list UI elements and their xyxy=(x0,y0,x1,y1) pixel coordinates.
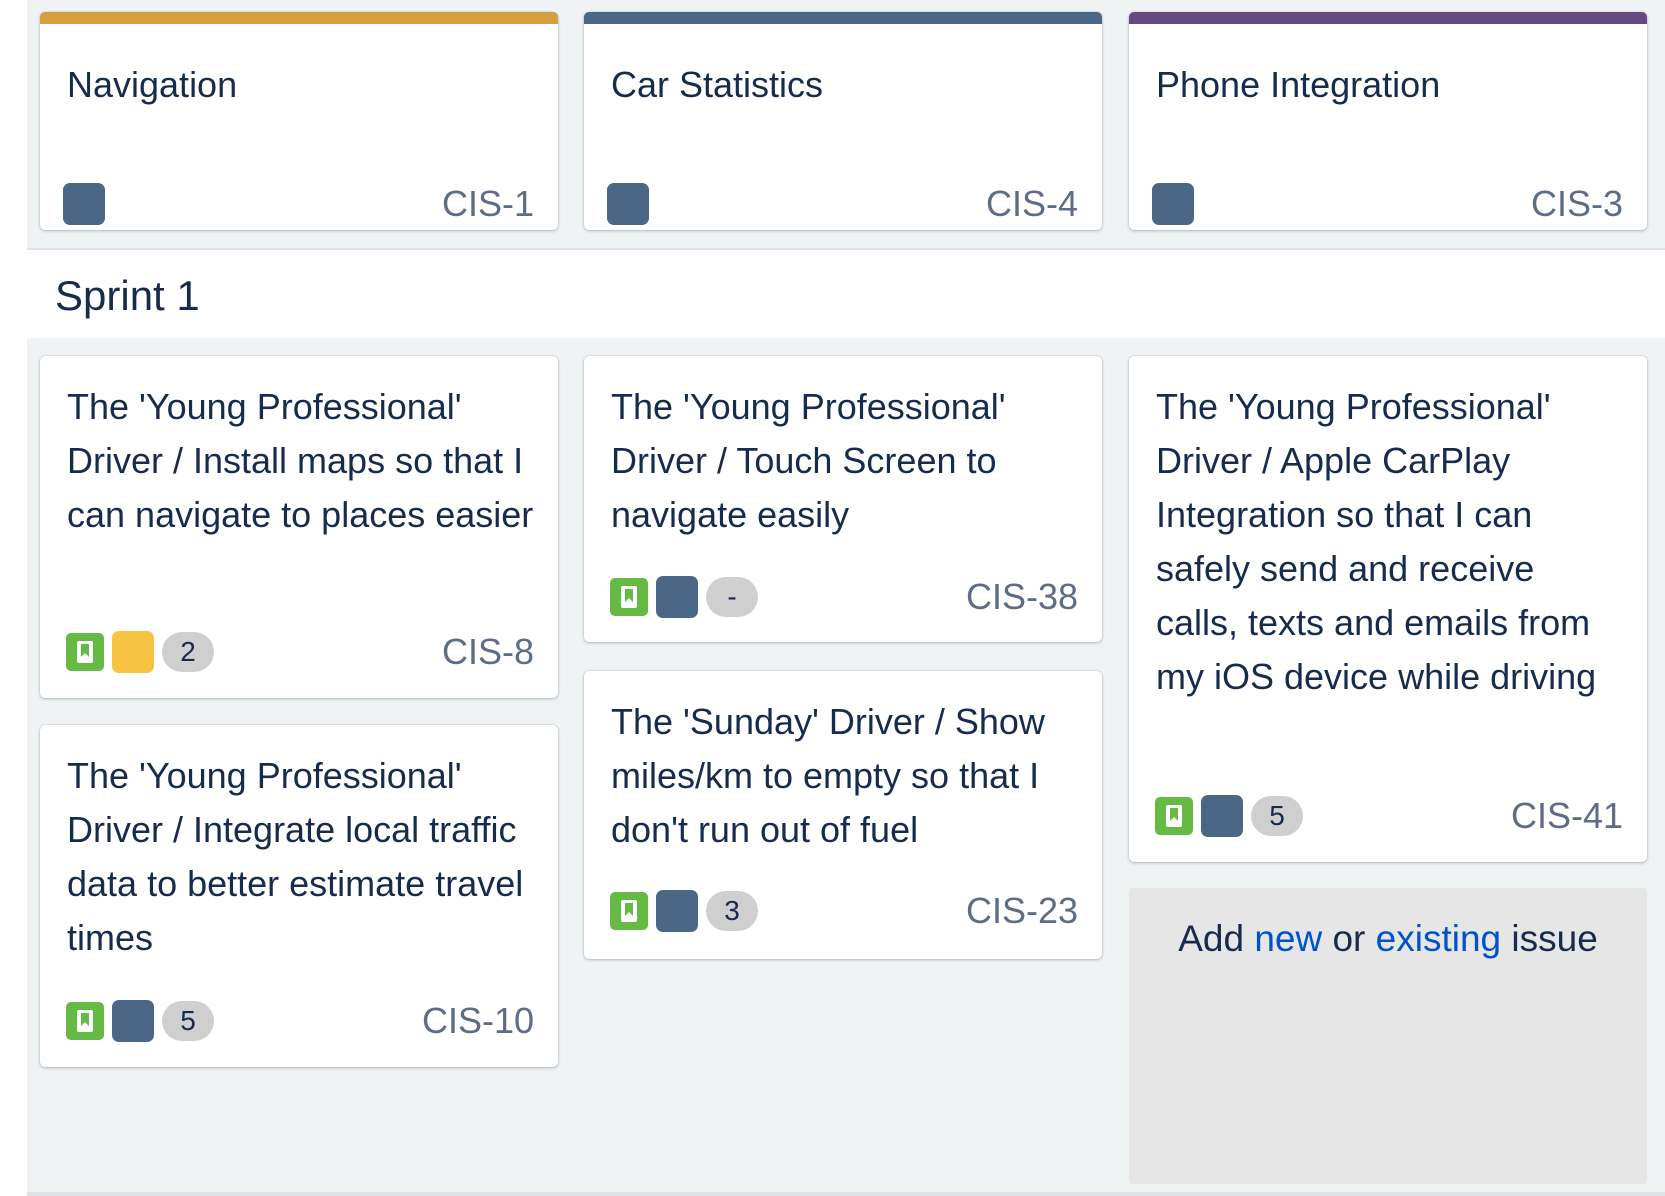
add-issue-suffix: issue xyxy=(1511,918,1598,959)
sprint-header: Sprint 1 xyxy=(27,250,1665,338)
story-bookmark-icon xyxy=(610,892,648,930)
story-bookmark-icon xyxy=(1155,797,1193,835)
divider xyxy=(27,1192,1665,1196)
estimate-badge: 5 xyxy=(162,1001,214,1041)
add-existing-issue-link[interactable]: existing xyxy=(1376,918,1501,959)
estimate-badge: 3 xyxy=(706,891,758,931)
issue-key[interactable]: CIS-23 xyxy=(966,891,1078,931)
add-issue-prefix: Add xyxy=(1178,918,1245,959)
issue-card-cis-41[interactable]: The 'Young Professional' Driver / Apple … xyxy=(1129,356,1647,862)
epic-key[interactable]: CIS-4 xyxy=(986,184,1078,224)
issue-key[interactable]: CIS-10 xyxy=(422,1001,534,1041)
epic-yellow-icon xyxy=(112,631,154,673)
epic-color-bar xyxy=(584,12,1102,24)
story-bookmark-icon xyxy=(66,633,104,671)
epic-color-bar xyxy=(40,12,558,24)
epic-square-icon xyxy=(607,183,649,225)
epic-blue-icon xyxy=(112,1000,154,1042)
issue-summary: The 'Sunday' Driver / Show miles/km to e… xyxy=(611,701,1045,850)
story-bookmark-icon xyxy=(610,578,648,616)
add-issue-or: or xyxy=(1332,918,1366,959)
estimate-badge: 5 xyxy=(1251,796,1303,836)
issue-card-cis-23[interactable]: The 'Sunday' Driver / Show miles/km to e… xyxy=(584,671,1102,959)
issue-key[interactable]: CIS-8 xyxy=(442,632,534,672)
story-bookmark-icon xyxy=(66,1002,104,1040)
epic-color-bar xyxy=(1129,12,1647,24)
epic-square-icon xyxy=(1152,183,1194,225)
epic-blue-icon xyxy=(656,890,698,932)
issue-summary: The 'Young Professional' Driver / Apple … xyxy=(1156,386,1597,697)
issue-summary: The 'Young Professional' Driver / Integr… xyxy=(67,755,524,958)
add-new-issue-link[interactable]: new xyxy=(1254,918,1322,959)
issue-key[interactable]: CIS-38 xyxy=(966,577,1078,617)
epic-key[interactable]: CIS-1 xyxy=(442,184,534,224)
left-gutter xyxy=(0,0,27,1196)
epic-title: Navigation xyxy=(67,64,238,105)
add-issue-dropzone[interactable]: Add new or existing issue xyxy=(1129,888,1647,1184)
issue-card-cis-10[interactable]: The 'Young Professional' Driver / Integr… xyxy=(40,725,558,1067)
epic-card-car-statistics[interactable]: Car Statistics CIS-4 xyxy=(584,12,1102,230)
issue-summary: The 'Young Professional' Driver / Instal… xyxy=(67,386,534,535)
epic-card-phone-integration[interactable]: Phone Integration CIS-3 xyxy=(1129,12,1647,230)
sprint-title: Sprint 1 xyxy=(55,272,200,319)
issue-summary: The 'Young Professional' Driver / Touch … xyxy=(611,386,1006,535)
epic-title: Car Statistics xyxy=(611,64,824,105)
add-issue-text: Add new or existing issue xyxy=(1129,918,1647,960)
epic-key[interactable]: CIS-3 xyxy=(1531,184,1623,224)
issue-card-cis-8[interactable]: The 'Young Professional' Driver / Instal… xyxy=(40,356,558,698)
estimate-badge: - xyxy=(706,577,758,617)
estimate-badge: 2 xyxy=(162,632,214,672)
epic-blue-icon xyxy=(656,576,698,618)
issue-card-cis-38[interactable]: The 'Young Professional' Driver / Touch … xyxy=(584,356,1102,642)
epic-blue-icon xyxy=(1201,795,1243,837)
epic-card-navigation[interactable]: Navigation CIS-1 xyxy=(40,12,558,230)
epic-title: Phone Integration xyxy=(1156,64,1441,105)
epic-square-icon xyxy=(63,183,105,225)
issue-key[interactable]: CIS-41 xyxy=(1511,796,1623,836)
